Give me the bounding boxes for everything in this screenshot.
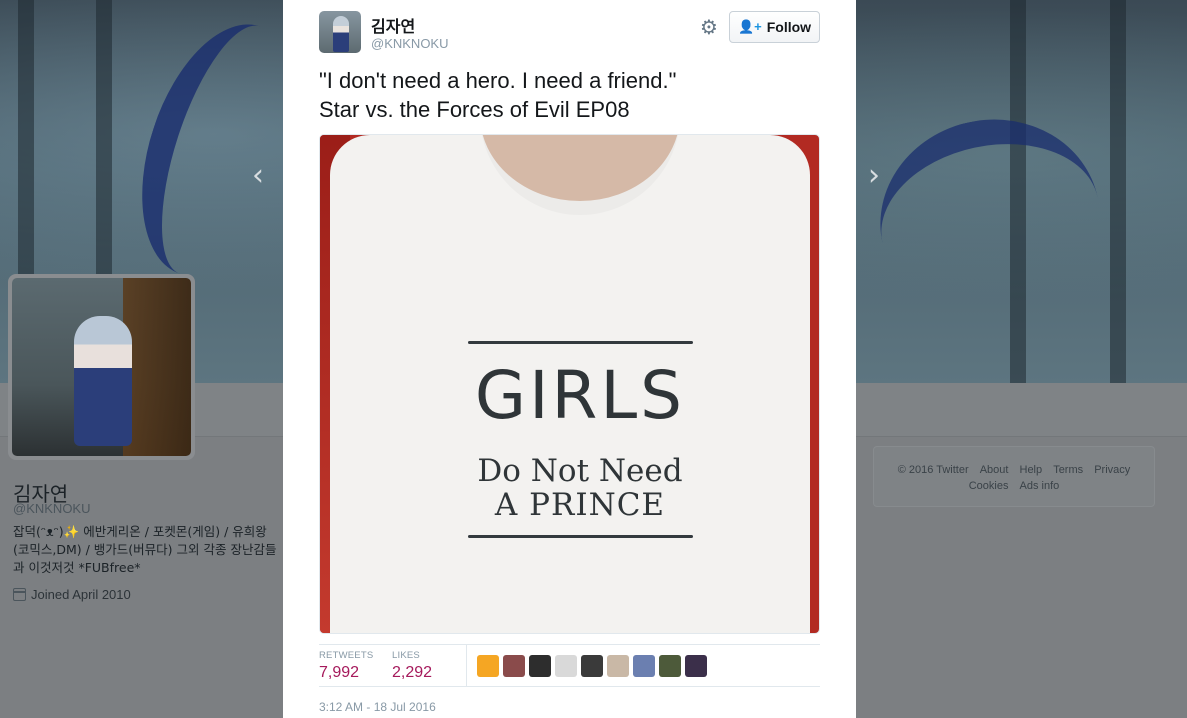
- profile-bio: 잡덕(ᵔᴥᵔ)✨ 에반게리온 / 포켓몬(게임) / 유희왕(코믹스,DM) /…: [13, 524, 277, 575]
- profile-avatar-large[interactable]: [8, 274, 195, 460]
- divider: [319, 686, 820, 687]
- tweet-text-line: Star vs. the Forces of Evil EP08: [319, 97, 630, 122]
- shirt-rule: [468, 535, 693, 538]
- tweet-photo[interactable]: GIRLS Do Not Need A PRINCE: [319, 134, 820, 634]
- tweet-text: "I don't need a hero. I need a friend." …: [319, 66, 819, 124]
- site-footer: © 2016 Twitter About Help Terms Privacy …: [873, 446, 1155, 507]
- calendar-icon: [13, 588, 26, 601]
- retweets-count: 7,992: [319, 664, 360, 681]
- chevron-right-icon[interactable]: ›: [868, 158, 880, 193]
- shirt-text-a-prince: A PRINCE: [494, 487, 666, 523]
- likes-stat[interactable]: LIKES 2,292: [392, 650, 432, 682]
- profile-joined: Joined April 2010: [13, 587, 131, 602]
- liker-avatar[interactable]: [529, 655, 551, 677]
- retweets-label: RETWEETS: [319, 650, 374, 661]
- follow-button[interactable]: 👤+ Follow: [729, 11, 820, 43]
- liker-avatar[interactable]: [581, 655, 603, 677]
- likes-count: 2,292: [392, 664, 433, 681]
- add-user-icon: 👤+: [737, 19, 762, 34]
- shirt-text-girls: GIRLS: [474, 357, 686, 434]
- footer-link-copyright[interactable]: © 2016 Twitter: [898, 464, 969, 476]
- footer-link-privacy[interactable]: Privacy: [1094, 464, 1130, 476]
- profile-joined-text: Joined April 2010: [31, 587, 131, 602]
- liker-avatar[interactable]: [607, 655, 629, 677]
- tweet-timestamp[interactable]: 3:12 AM - 18 Jul 2016: [319, 700, 436, 714]
- liker-avatar[interactable]: [503, 655, 525, 677]
- author-avatar-subject: [333, 16, 349, 52]
- author-handle[interactable]: @KNKNOKU: [371, 36, 449, 51]
- banner-pillar: [1110, 0, 1126, 383]
- liker-avatar[interactable]: [477, 655, 499, 677]
- footer-link-ads-info[interactable]: Ads info: [1020, 480, 1060, 492]
- photo-neckline: [480, 135, 680, 215]
- follow-button-label: Follow: [766, 19, 812, 35]
- footer-link-help[interactable]: Help: [1020, 464, 1043, 476]
- shirt-rule: [468, 341, 693, 344]
- profile-photo-subject: [74, 316, 132, 446]
- gear-icon[interactable]: ⚙: [699, 17, 719, 37]
- banner-wing-shape: [861, 99, 1119, 341]
- photo-shirt: GIRLS Do Not Need A PRINCE: [330, 135, 810, 633]
- profile-handle[interactable]: @KNKNOKU: [13, 501, 91, 516]
- footer-link-terms[interactable]: Terms: [1053, 464, 1083, 476]
- author-name[interactable]: 김자연: [371, 13, 415, 37]
- liker-avatar[interactable]: [555, 655, 577, 677]
- liker-avatars: [477, 655, 707, 677]
- shirt-text-do-not-need: Do Not Need: [477, 453, 683, 489]
- liker-avatar[interactable]: [659, 655, 681, 677]
- profile-photo: [12, 278, 191, 456]
- divider: [319, 644, 820, 645]
- footer-link-cookies[interactable]: Cookies: [969, 480, 1009, 492]
- likes-label: LIKES: [392, 650, 420, 661]
- tweet-permalink-modal: 김자연 @KNKNOKU ⚙ 👤+ Follow "I don't need a…: [283, 0, 856, 718]
- retweets-stat[interactable]: RETWEETS 7,992: [319, 650, 373, 682]
- footer-link-about[interactable]: About: [980, 464, 1009, 476]
- author-avatar[interactable]: [319, 11, 361, 53]
- chevron-left-icon[interactable]: ‹: [252, 158, 264, 193]
- liker-avatar[interactable]: [685, 655, 707, 677]
- divider: [466, 645, 467, 686]
- liker-avatar[interactable]: [633, 655, 655, 677]
- tweet-text-line: "I don't need a hero. I need a friend.": [319, 68, 677, 93]
